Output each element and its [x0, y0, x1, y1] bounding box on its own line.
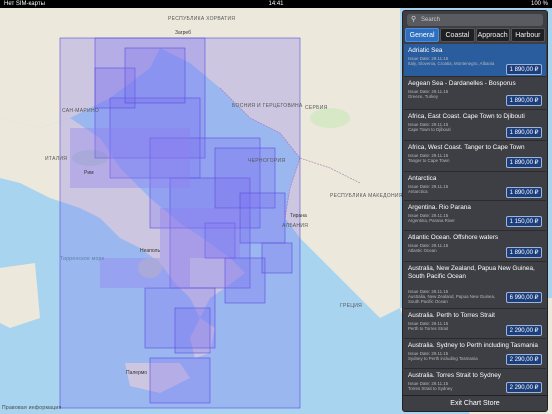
price-button[interactable]: 2 290,00 ₽ [506, 354, 542, 365]
city-label: Загреб [175, 30, 191, 36]
price-button[interactable]: 6 990,00 ₽ [506, 292, 542, 303]
item-desc: Antarctica [408, 189, 428, 194]
chart-store-panel: ⚲ Search General Coastal Approach Harbou… [402, 10, 548, 412]
clock: 14:41 [268, 1, 284, 7]
price-button[interactable]: 2 290,00 ₽ [506, 382, 542, 393]
price-button[interactable]: 1 890,00 ₽ [506, 127, 542, 138]
item-desc: Australia, New Zealand, Papua New Guinea… [408, 294, 496, 304]
list-item[interactable]: Argentina. Rio Parana Issue Date: 29.11.… [404, 201, 546, 231]
item-title: Australia. Sydney to Perth including Tas… [408, 342, 538, 349]
list-item[interactable]: Australia. Torres Strait to Sydney Issue… [404, 369, 546, 396]
price-button[interactable]: 1 890,00 ₽ [506, 187, 542, 198]
item-title: Antarctica [408, 175, 437, 182]
item-title: Africa, East Coast. Cape Town to Djibout… [408, 113, 525, 120]
item-desc: Torres Strait to Sydney [408, 386, 453, 391]
country-label: РЕСПУБЛИКА МАКЕДОНИЯ [330, 193, 403, 199]
price-button[interactable]: 1 890,00 ₽ [506, 95, 542, 106]
list-item[interactable]: Australia. Sydney to Perth including Tas… [404, 339, 546, 369]
price-button[interactable]: 1 890,00 ₽ [506, 157, 542, 168]
price-button[interactable]: 1 150,00 ₽ [506, 216, 542, 227]
item-desc: Argentina, Parana River [408, 218, 455, 223]
list-item[interactable]: Africa, East Coast. Cape Town to Djibout… [404, 110, 546, 141]
tab-coastal[interactable]: Coastal [440, 28, 475, 42]
item-title: Australia. Torres Strait to Sydney [408, 372, 501, 379]
city-label: Неаполь [140, 248, 161, 254]
item-title: Atlantic Ocean. Offshore waters [408, 234, 499, 241]
chart-list[interactable]: Adriatic Sea Issue Date: 29.11.15 Italy,… [404, 44, 546, 396]
category-tabs: General Coastal Approach Harbour [405, 28, 545, 42]
list-item[interactable]: Africa, West Coast. Tanger to Cape Town … [404, 141, 546, 172]
sea-label: Тирренское море [60, 256, 105, 262]
tab-harbour[interactable]: Harbour [510, 28, 545, 42]
country-label: ГРЕЦИЯ [340, 303, 363, 309]
city-label: Тирана [290, 213, 307, 219]
list-item[interactable]: Atlantic Ocean. Offshore waters Issue Da… [404, 231, 546, 262]
battery-indicator: 100 % [530, 1, 548, 7]
city-label: Рим [84, 170, 94, 176]
tab-general[interactable]: General [405, 28, 440, 42]
city-label: Палермо [126, 370, 148, 376]
item-desc: Greece, Turkey [408, 94, 439, 99]
item-title: Aegean Sea - Dardanelles - Bosporus [408, 80, 516, 87]
exit-chart-store-button[interactable]: Exit Chart Store [403, 395, 547, 411]
price-button[interactable]: 2 290,00 ₽ [506, 325, 542, 336]
country-label: СЕРБИЯ [305, 105, 328, 111]
country-label: САН-МАРИНО [62, 108, 100, 114]
price-button[interactable]: 1 890,00 ₽ [506, 64, 542, 75]
item-desc: Perth to Torres Strait [408, 326, 449, 331]
item-title: Africa, West Coast. Tanger to Cape Town [408, 144, 525, 151]
item-title: Australia, New Zealand, Papua New Guinea… [408, 265, 535, 280]
item-desc: Tanger to Cape Town [408, 158, 450, 163]
list-item[interactable]: Aegean Sea - Dardanelles - Bosporus Issu… [404, 77, 546, 110]
country-label: ИТАЛИЯ [45, 156, 68, 162]
status-bar: Нет SIM-карты 14:41 100 % [0, 0, 552, 8]
tab-approach[interactable]: Approach [475, 28, 510, 42]
search-icon: ⚲ [411, 16, 417, 23]
search-field[interactable]: ⚲ Search [407, 14, 543, 26]
country-label: БОСНИЯ И ГЕРЦЕГОВИНА [232, 103, 303, 109]
sardinia [0, 263, 40, 328]
item-desc: Atlantic Ocean [408, 248, 437, 253]
item-desc: Cape Town to Djibouti [408, 127, 451, 132]
list-item[interactable]: Adriatic Sea Issue Date: 29.11.15 Italy,… [404, 44, 546, 77]
item-title: Adriatic Sea [408, 47, 443, 54]
item-desc: Italy, Slovenia, Croatia, Montenegro, Al… [408, 61, 495, 66]
country-label: РЕСПУБЛИКА ХОРВАТИЯ [168, 16, 236, 22]
legal-link[interactable]: Правовая информация [2, 405, 62, 411]
list-item[interactable]: Australia. Perth to Torres Strait Issue … [404, 309, 546, 339]
price-button[interactable]: 1 890,00 ₽ [506, 247, 542, 258]
country-label: ЧЕРНОГОРИЯ [248, 158, 286, 164]
country-label: АЛБАНИЯ [282, 223, 309, 229]
search-placeholder: Search [421, 17, 441, 23]
list-item[interactable]: Australia, New Zealand, Papua New Guinea… [404, 262, 546, 309]
item-desc: Sydney to Perth including Tasmania [408, 356, 478, 361]
item-title: Argentina. Rio Parana [408, 204, 471, 211]
item-title: Australia. Perth to Torres Strait [408, 312, 495, 319]
list-item[interactable]: Antarctica Issue Date: 29.11.15 Antarcti… [404, 172, 546, 201]
